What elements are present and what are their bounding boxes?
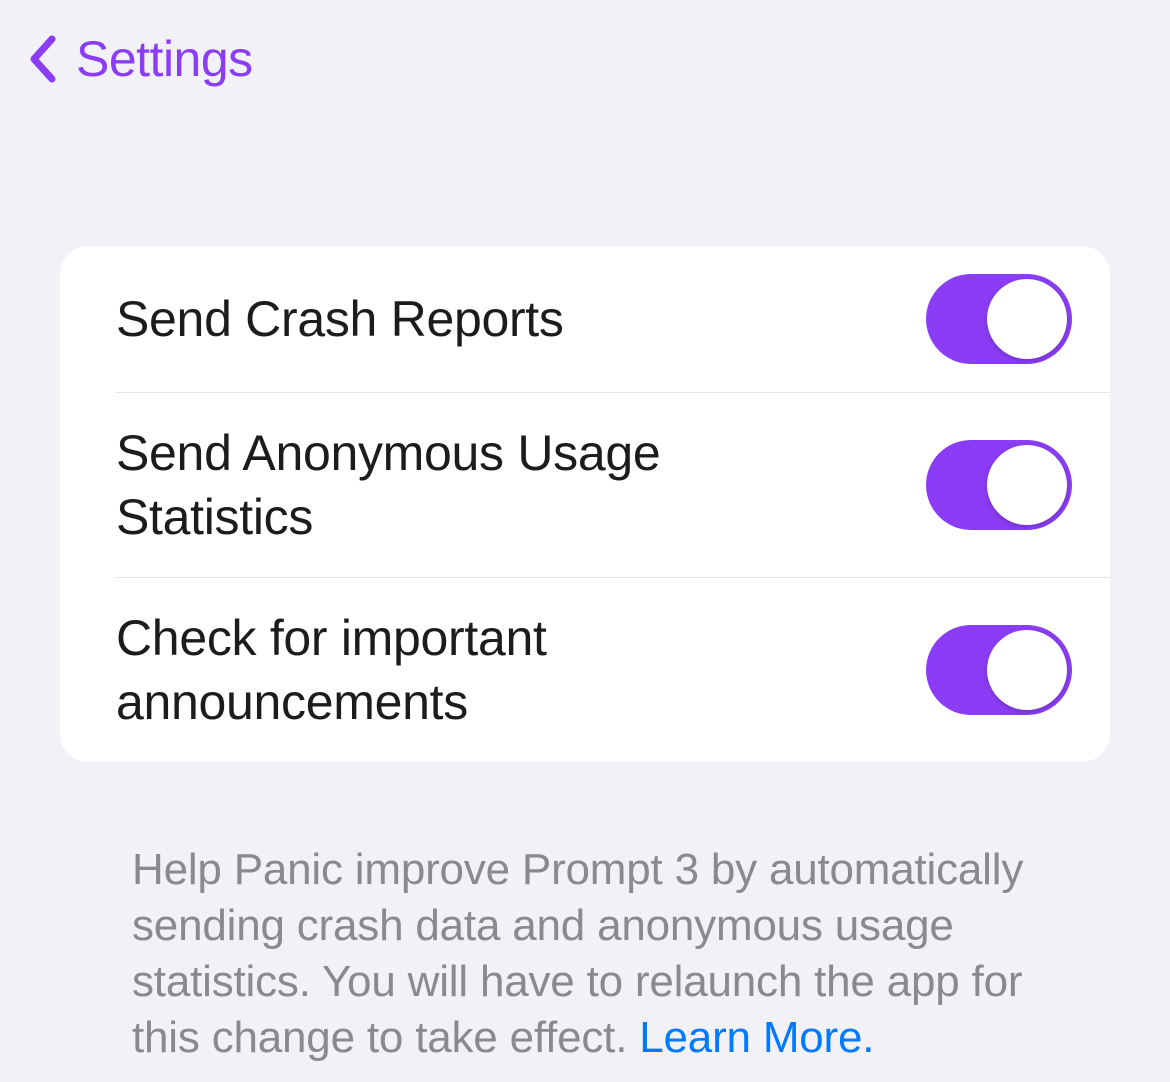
setting-row-announcements: Check for important announcements <box>60 578 1110 762</box>
nav-bar: Settings <box>0 0 1170 108</box>
chevron-left-icon <box>28 35 58 83</box>
toggle-crash-reports[interactable] <box>926 274 1072 364</box>
back-button[interactable] <box>28 35 58 83</box>
learn-more-link[interactable]: Learn More. <box>639 1013 874 1062</box>
footer-body: Help Panic improve Prompt 3 by automatic… <box>132 845 1023 1062</box>
setting-row-crash-reports: Send Crash Reports <box>60 246 1110 393</box>
setting-label: Send Crash Reports <box>116 287 564 351</box>
setting-label: Send Anonymous Usage Statistics <box>116 421 816 549</box>
nav-back-title[interactable]: Settings <box>76 30 253 88</box>
content-area: Send Crash Reports Send Anonymous Usage … <box>0 108 1170 1066</box>
settings-group: Send Crash Reports Send Anonymous Usage … <box>60 246 1110 762</box>
setting-row-usage-stats: Send Anonymous Usage Statistics <box>60 393 1110 578</box>
toggle-announcements[interactable] <box>926 625 1072 715</box>
toggle-usage-stats[interactable] <box>926 440 1072 530</box>
setting-label: Check for important announcements <box>116 606 816 734</box>
footer-description: Help Panic improve Prompt 3 by automatic… <box>60 762 1110 1066</box>
